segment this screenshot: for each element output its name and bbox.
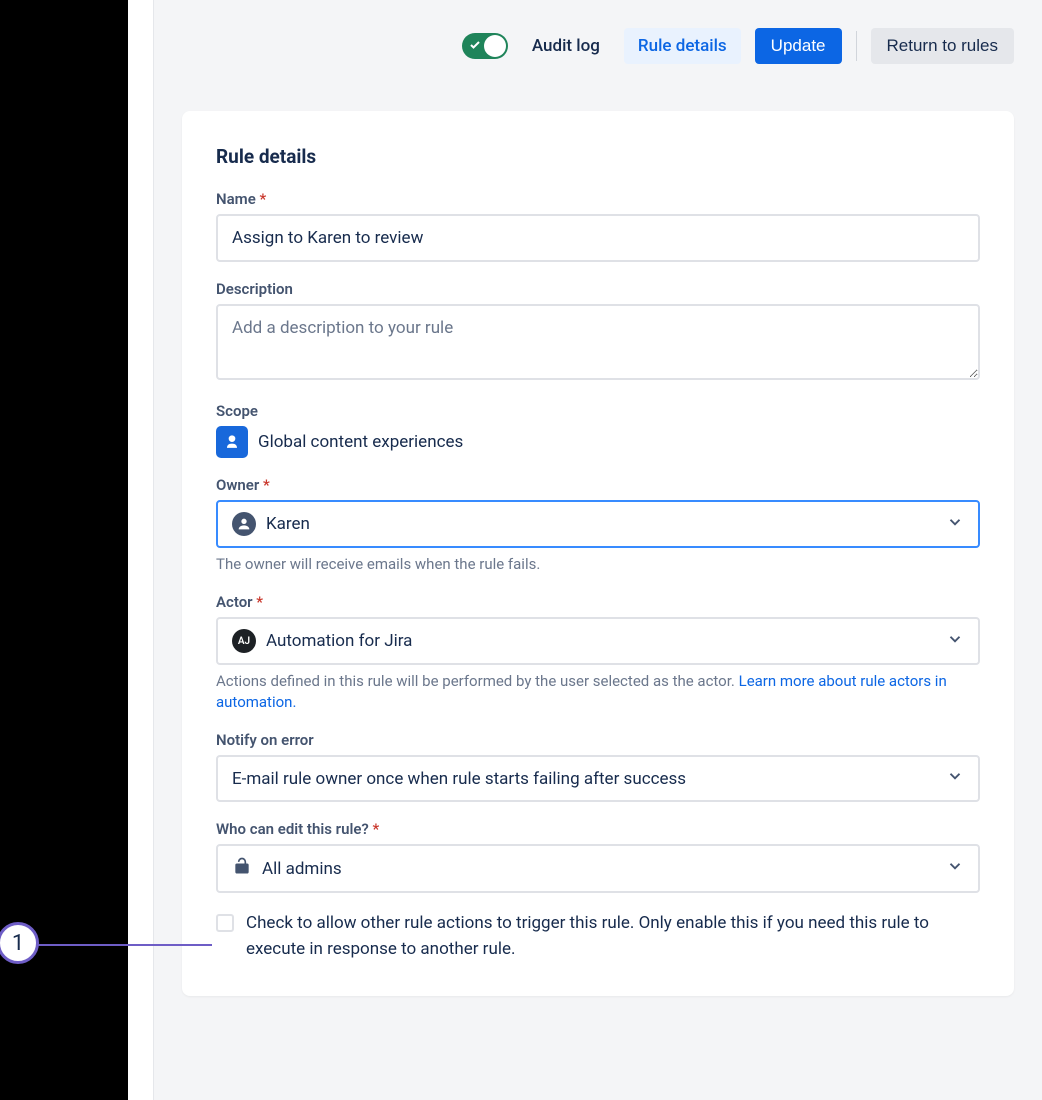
actor-select[interactable]: AJ Automation for Jira — [216, 617, 980, 665]
actor-label: Actor * — [216, 593, 980, 611]
owner-label: Owner * — [216, 476, 980, 494]
name-input[interactable] — [216, 214, 980, 262]
actor-field: Actor * AJ Automation for Jira Actions d… — [216, 593, 980, 713]
scope-field: Scope Global content experiences — [216, 402, 980, 458]
rule-enabled-toggle[interactable] — [462, 33, 508, 59]
automation-avatar-icon: AJ — [232, 629, 256, 653]
chevron-down-icon — [946, 630, 964, 653]
allow-trigger-checkbox[interactable] — [216, 914, 234, 932]
edit-permission-label: Who can edit this rule? * — [216, 820, 980, 838]
description-input[interactable] — [216, 304, 980, 380]
allow-trigger-row: Check to allow other rule actions to tri… — [216, 911, 980, 962]
annotation-line-1 — [38, 944, 212, 946]
owner-field: Owner * Karen The owner will receive ema… — [216, 476, 980, 575]
chevron-down-icon — [946, 857, 964, 880]
edit-permission-select[interactable]: All admins — [216, 844, 980, 893]
unlock-icon — [232, 856, 252, 881]
content-area: Audit log Rule details Update Return to … — [154, 0, 1042, 1100]
header-actions: Audit log Rule details Update Return to … — [182, 28, 1014, 64]
person-icon — [232, 512, 256, 536]
chevron-down-icon — [946, 767, 964, 790]
actor-value: Automation for Jira — [266, 631, 412, 651]
check-icon — [469, 39, 481, 54]
card-title: Rule details — [216, 145, 980, 168]
scope-label: Scope — [216, 402, 980, 420]
notify-value: E-mail rule owner once when rule starts … — [232, 769, 686, 789]
rule-details-tab[interactable]: Rule details — [624, 28, 741, 64]
update-button[interactable]: Update — [755, 28, 842, 64]
owner-helper: The owner will receive emails when the r… — [216, 554, 980, 575]
scope-value-row: Global content experiences — [216, 426, 980, 458]
description-label: Description — [216, 280, 980, 298]
edit-permission-field: Who can edit this rule? * All admins — [216, 820, 980, 893]
allow-trigger-label: Check to allow other rule actions to tri… — [246, 911, 980, 962]
toggle-knob — [484, 35, 506, 57]
description-field: Description — [216, 280, 980, 384]
annotation-number: 1 — [12, 931, 24, 956]
chevron-down-icon — [946, 513, 964, 536]
sidebar-edge — [128, 0, 154, 1100]
actor-helper: Actions defined in this rule will be per… — [216, 671, 980, 713]
rule-details-card: Rule details Name * Description Scope Gl… — [182, 111, 1014, 996]
audit-log-link[interactable]: Audit log — [522, 28, 610, 64]
owner-select[interactable]: Karen — [216, 500, 980, 548]
notify-select[interactable]: E-mail rule owner once when rule starts … — [216, 755, 980, 802]
notify-field: Notify on error E-mail rule owner once w… — [216, 731, 980, 802]
owner-value: Karen — [266, 514, 310, 534]
return-to-rules-button[interactable]: Return to rules — [871, 28, 1015, 64]
notify-label: Notify on error — [216, 731, 980, 749]
edit-permission-value: All admins — [262, 859, 342, 879]
vertical-divider — [856, 31, 857, 61]
scope-value: Global content experiences — [258, 432, 463, 452]
name-label: Name * — [216, 190, 980, 208]
scope-space-icon — [216, 426, 248, 458]
name-field: Name * — [216, 190, 980, 262]
